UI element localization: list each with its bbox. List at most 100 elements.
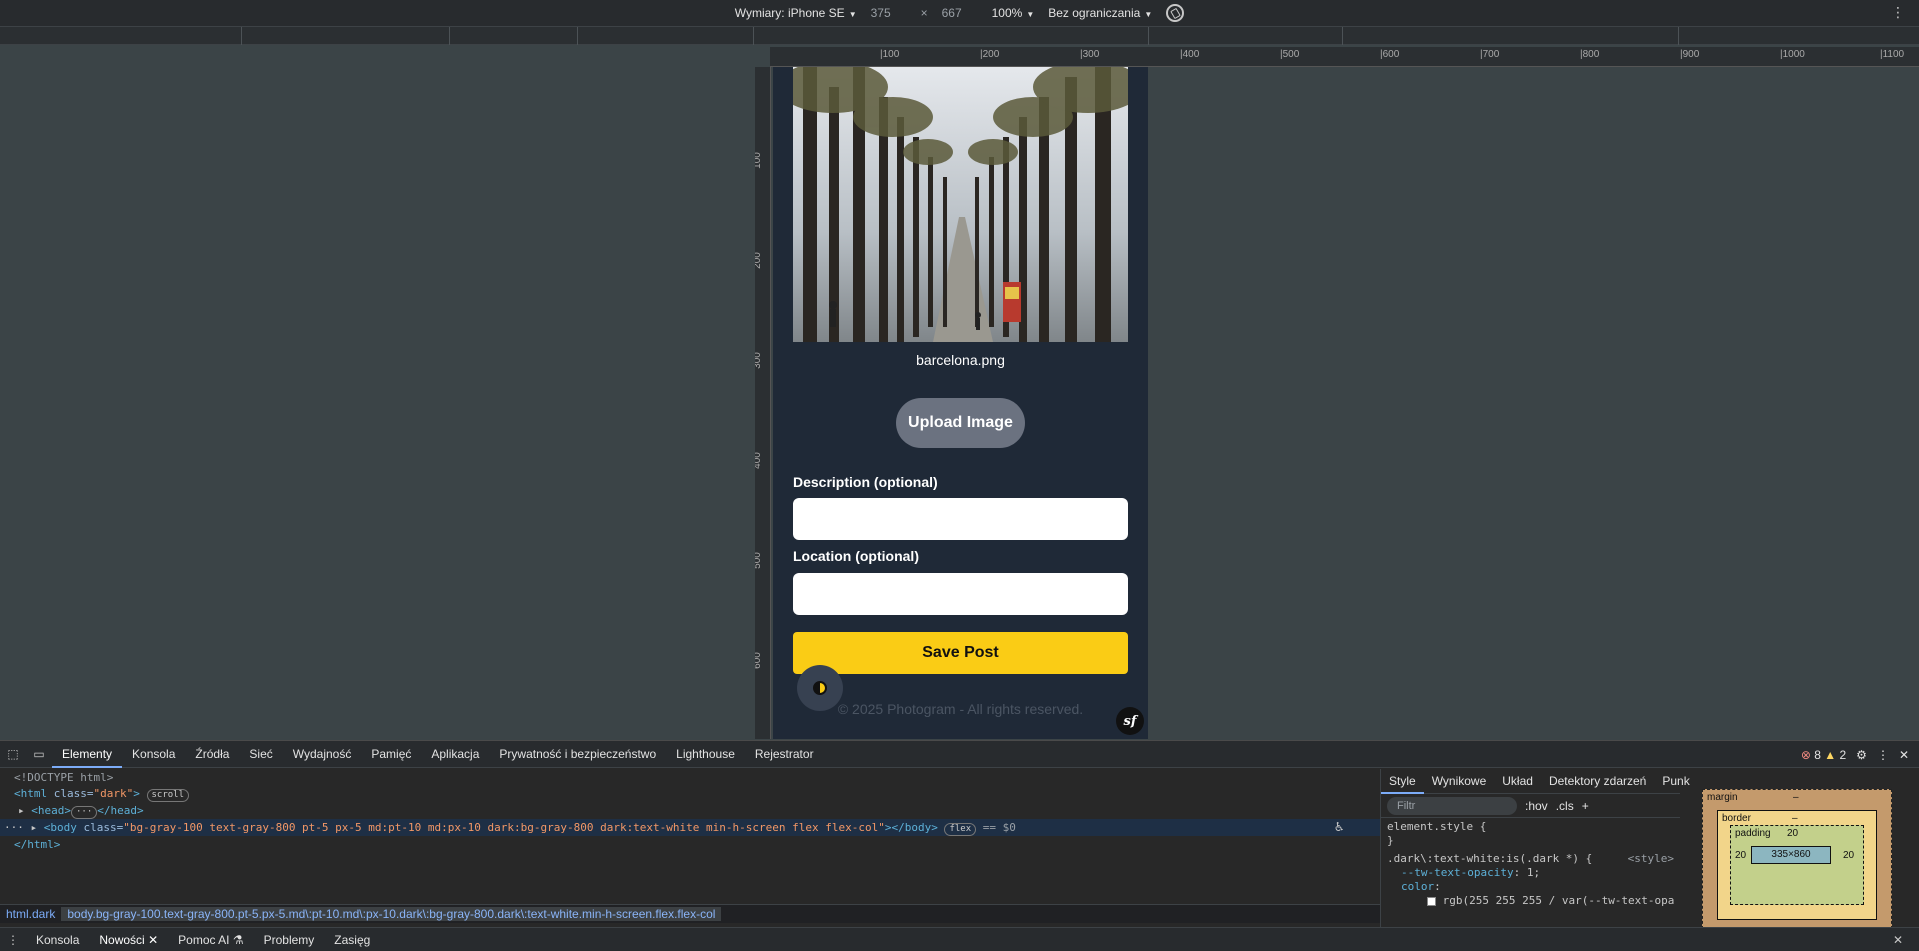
border-value[interactable]: – bbox=[1792, 813, 1798, 824]
upload-image-button[interactable]: Upload Image bbox=[896, 398, 1025, 448]
ruler-tick-label: 400 bbox=[755, 452, 763, 469]
tab-privacy-security[interactable]: Prywatność i bezpieczeństwo bbox=[489, 741, 666, 768]
media-query-segment[interactable] bbox=[577, 27, 578, 45]
close-icon[interactable]: ✕ bbox=[1899, 748, 1909, 762]
ruler-tick-label: |400 bbox=[1180, 49, 1200, 60]
margin-value[interactable]: – bbox=[1793, 792, 1799, 803]
box-model-border[interactable]: border – padding 20 20 20 335×860 bbox=[1717, 810, 1877, 920]
ellipsis-badge[interactable]: ··· bbox=[71, 806, 98, 819]
styles-pane: Style Wynikowe Układ Detektory zdarzeń P… bbox=[1380, 769, 1792, 929]
flex-badge[interactable]: flex bbox=[944, 823, 977, 836]
property-value[interactable]: rgb(255 255 255 / var(--tw-text-opa bbox=[1443, 894, 1674, 907]
padding-left-value[interactable]: 20 bbox=[1735, 850, 1746, 861]
expand-triangle-icon[interactable]: ▸ bbox=[18, 804, 25, 817]
tab-elements[interactable]: Elementy bbox=[52, 741, 123, 768]
chevron-down-icon: ▼ bbox=[1026, 10, 1035, 19]
ruler-tick-label: 500 bbox=[755, 552, 763, 569]
expand-triangle-icon[interactable]: ▸ bbox=[31, 821, 38, 834]
drawer-tab-bar: ⋮ Konsola Nowości ✕ Pomoc AI ⚗ Problemy … bbox=[0, 927, 1919, 951]
settings-gear-icon[interactable]: ⚙ bbox=[1856, 748, 1867, 762]
drawer-tab-ai-assistance[interactable]: Pomoc AI ⚗ bbox=[168, 928, 253, 951]
warning-icon: ▲ bbox=[1824, 747, 1837, 762]
height-input[interactable]: 667 bbox=[942, 6, 978, 20]
throttling-select[interactable]: Bez ograniczania ▼ bbox=[1048, 6, 1152, 20]
tab-application[interactable]: Aplikacja bbox=[421, 741, 489, 768]
tab-sources[interactable]: Źródła bbox=[185, 741, 239, 768]
symfony-toolbar-badge[interactable]: sf bbox=[1116, 707, 1144, 735]
location-input[interactable] bbox=[793, 573, 1128, 615]
close-icon[interactable]: ✕ bbox=[1885, 927, 1911, 951]
box-model-margin[interactable]: margin – border – padding 20 20 20 335×8… bbox=[1702, 789, 1892, 929]
device-toggle-icon[interactable]: ▭ bbox=[26, 741, 52, 768]
width-input[interactable]: 375 bbox=[871, 6, 907, 20]
tab-event-listeners[interactable]: Detektory zdarzeń bbox=[1541, 774, 1654, 788]
styles-tab-bar: Style Wynikowe Układ Detektory zdarzeń P… bbox=[1381, 769, 1792, 794]
add-rule-icon[interactable]: + bbox=[1582, 799, 1589, 813]
drawer-tab-issues[interactable]: Problemy bbox=[254, 928, 325, 951]
more-options-icon[interactable]: ⋮ bbox=[1891, 5, 1905, 19]
tab-computed[interactable]: Wynikowe bbox=[1424, 774, 1495, 788]
media-query-segment[interactable] bbox=[449, 27, 450, 45]
element-style-rule[interactable]: element.style { } bbox=[1381, 818, 1680, 850]
tab-recorder[interactable]: Rejestrator bbox=[745, 741, 824, 768]
hov-toggle[interactable]: :hov bbox=[1525, 799, 1548, 813]
media-query-segment[interactable] bbox=[1342, 27, 1343, 45]
more-options-icon[interactable]: ⋮ bbox=[1877, 748, 1889, 762]
padding-top-value[interactable]: 20 bbox=[1787, 828, 1798, 839]
media-query-segment[interactable] bbox=[753, 27, 754, 45]
zoom-select[interactable]: 100% ▼ bbox=[992, 6, 1035, 20]
ruler-tick-label: 300 bbox=[755, 352, 763, 369]
theme-toggle-button[interactable] bbox=[797, 665, 843, 711]
property-name[interactable]: --tw-text-opacity bbox=[1401, 866, 1514, 879]
drawer-tab-whats-new[interactable]: Nowości ✕ bbox=[89, 928, 169, 951]
rule-source-link[interactable]: <style> bbox=[1628, 852, 1674, 866]
styles-filter-input[interactable]: Filtr bbox=[1387, 796, 1517, 815]
save-post-button[interactable]: Save Post bbox=[793, 632, 1128, 674]
tab-lighthouse[interactable]: Lighthouse bbox=[666, 741, 745, 768]
inspect-element-icon[interactable]: ⬚ bbox=[0, 741, 26, 768]
media-query-segment[interactable] bbox=[1148, 27, 1149, 45]
times-separator: × bbox=[920, 6, 928, 20]
html-node[interactable]: <html class="dark"> scroll bbox=[14, 785, 190, 802]
box-model-content[interactable]: 335×860 bbox=[1751, 846, 1831, 864]
device-dimensions-select[interactable]: Wymiary: iPhone SE ▼ bbox=[735, 6, 857, 20]
html-attr: class= bbox=[53, 787, 94, 800]
ruler-tick-label: |600 bbox=[1380, 49, 1400, 60]
doctype-node[interactable]: <!DOCTYPE html> bbox=[14, 769, 113, 786]
dark-text-white-rule[interactable]: .dark\:text-white:is(.dark *) { <style> … bbox=[1381, 850, 1680, 910]
drawer-tab-console[interactable]: Konsola bbox=[26, 928, 89, 951]
color-swatch-icon[interactable] bbox=[1427, 896, 1436, 906]
drawer-menu-icon[interactable]: ⋮ bbox=[0, 927, 26, 951]
description-input[interactable] bbox=[793, 498, 1128, 540]
head-node[interactable]: ▸ <head> ··· </head> bbox=[18, 802, 144, 819]
tab-styles[interactable]: Style bbox=[1381, 769, 1424, 794]
property-name[interactable]: color bbox=[1401, 880, 1434, 893]
tab-performance[interactable]: Wydajność bbox=[283, 741, 362, 768]
cls-toggle[interactable]: .cls bbox=[1556, 799, 1574, 813]
issues-counter[interactable]: ⊗ 8 ▲ 2 bbox=[1801, 748, 1846, 762]
scroll-badge[interactable]: scroll bbox=[146, 789, 190, 802]
node-menu-icon[interactable]: ··· bbox=[0, 821, 24, 834]
accessibility-icon[interactable]: ♿ bbox=[1335, 819, 1355, 839]
rotate-icon[interactable] bbox=[1166, 4, 1185, 22]
head-tag: <head> bbox=[31, 804, 71, 817]
body-tag: <body bbox=[43, 821, 77, 834]
ruler-tick-label: |200 bbox=[980, 49, 1000, 60]
drawer-tab-label: Nowości bbox=[99, 932, 145, 947]
media-query-segment[interactable] bbox=[1678, 27, 1679, 45]
tab-memory[interactable]: Pamięć bbox=[361, 741, 421, 768]
property-value[interactable]: : 1; bbox=[1514, 866, 1541, 879]
media-query-segment[interactable] bbox=[241, 27, 242, 45]
drawer-tab-coverage[interactable]: Zasięg bbox=[324, 928, 380, 951]
tab-console[interactable]: Konsola bbox=[122, 741, 185, 768]
close-icon[interactable]: ✕ bbox=[148, 933, 158, 947]
tab-network[interactable]: Sieć bbox=[239, 741, 282, 768]
box-model-padding[interactable]: padding 20 20 20 335×860 bbox=[1730, 825, 1864, 905]
breadcrumb-body[interactable]: body.bg-gray-100.text-gray-800.pt-5.px-5… bbox=[61, 907, 722, 921]
padding-right-value[interactable]: 20 bbox=[1843, 850, 1854, 861]
body-node[interactable]: ··· ▸ <body class="bg-gray-100 text-gray… bbox=[0, 819, 1380, 836]
device-viewport: barcelona.png Upload Image Description (… bbox=[773, 67, 1148, 739]
html-close-node[interactable]: </html> bbox=[14, 836, 60, 853]
tab-layout[interactable]: Układ bbox=[1494, 774, 1541, 788]
breadcrumb-html[interactable]: html.dark bbox=[0, 907, 61, 921]
